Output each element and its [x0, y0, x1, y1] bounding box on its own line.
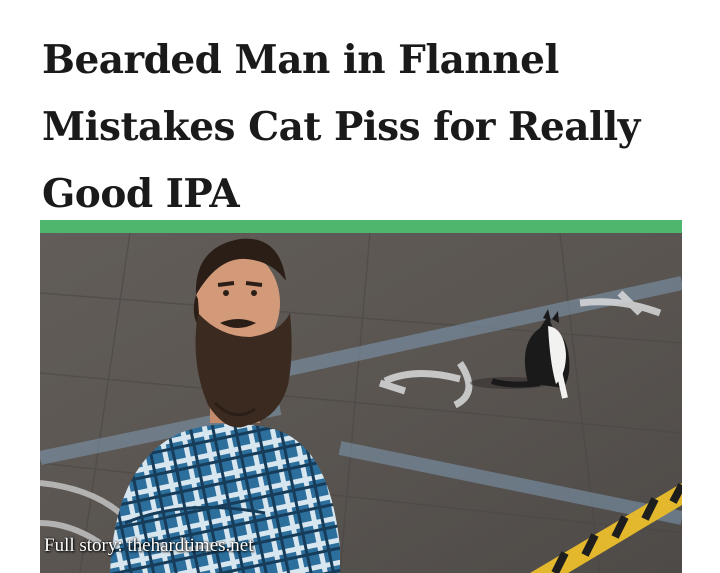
photo-illustration — [40, 233, 682, 573]
article-photo — [40, 233, 682, 573]
photo-caption: Full story: thehardtimes.net — [44, 535, 254, 556]
headline-line-3: Good IPA — [42, 171, 240, 217]
headline-line-2: Mistakes Cat Piss for Really — [42, 104, 640, 150]
accent-bar — [40, 220, 682, 233]
headline: Bearded Man in Flannel Mistakes Cat Piss… — [42, 27, 682, 228]
headline-line-1: Bearded Man in Flannel — [42, 37, 559, 83]
